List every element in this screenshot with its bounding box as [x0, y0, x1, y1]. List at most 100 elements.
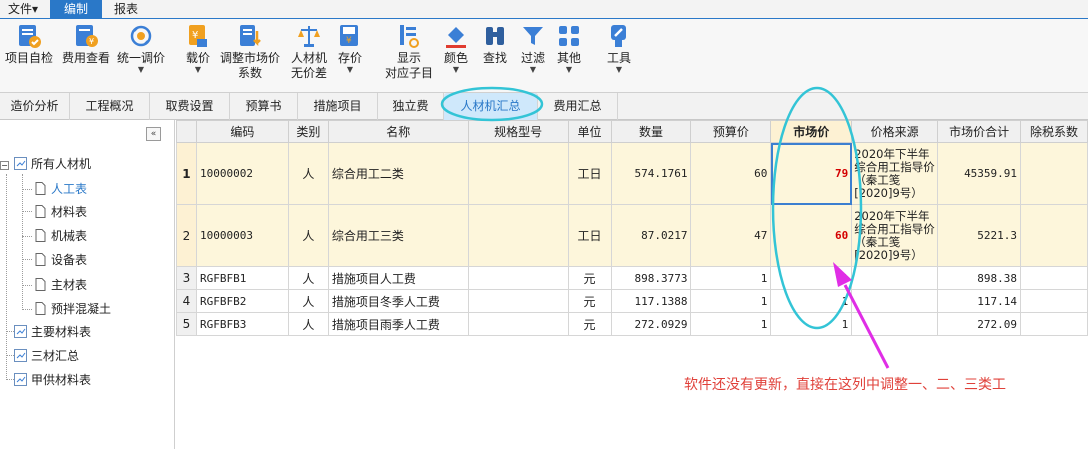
cell-spec[interactable] [467, 312, 569, 336]
cell-type[interactable]: 人 [287, 289, 329, 313]
cell-type[interactable]: 人 [287, 142, 329, 205]
cell-type[interactable]: 人 [287, 312, 329, 336]
cell-market-total[interactable]: 5221.3 [937, 204, 1022, 267]
cell-budget-price[interactable]: 1 [690, 266, 772, 290]
tab-project-overview[interactable]: 工程概况 [70, 93, 150, 120]
tab-budget-book[interactable]: 预算书 [230, 93, 298, 120]
cell-quantity[interactable]: 87.0217 [610, 204, 692, 267]
cell-budget-price[interactable]: 47 [690, 204, 772, 267]
header-tax-coefficient[interactable]: 除税系数 [1020, 120, 1088, 143]
cell-price-source[interactable]: 2020年下半年综合用工指导价（秦工笺[2020]9号） [851, 204, 939, 267]
tab-labor-material-summary[interactable]: 人材机汇总 [444, 93, 538, 120]
cell-price-source[interactable] [851, 266, 939, 290]
cell-name[interactable]: 措施项目冬季人工费 [327, 289, 469, 313]
table-row[interactable]: 5 RGFBFB3 人 措施项目雨季人工费 元 272.0929 1 1 272… [176, 312, 1088, 336]
adjust-market-coefficient-button[interactable]: 调整市场价 系数 [217, 23, 283, 81]
cell-tax-coefficient[interactable] [1020, 289, 1088, 313]
cell-code[interactable]: RGFBFB2 [195, 289, 289, 313]
cell-unit[interactable]: 工日 [567, 204, 612, 267]
cell-type[interactable]: 人 [287, 204, 329, 267]
cell-price-source[interactable] [851, 289, 939, 313]
cell-code[interactable]: 10000003 [195, 204, 289, 267]
cell-tax-coefficient[interactable] [1020, 204, 1088, 267]
table-row[interactable]: 4 RGFBFB2 人 措施项目冬季人工费 元 117.1388 1 1 117… [176, 289, 1088, 313]
cell-unit[interactable]: 元 [567, 266, 612, 290]
header-spec[interactable]: 规格型号 [467, 120, 569, 143]
cell-spec[interactable] [467, 289, 569, 313]
tab-measure-items[interactable]: 措施项目 [298, 93, 378, 120]
cell-spec[interactable] [467, 266, 569, 290]
load-price-button[interactable]: ¥ 载价 ▼ [183, 23, 213, 74]
minus-icon[interactable]: − [0, 161, 9, 170]
cell-tax-coefficient[interactable] [1020, 142, 1088, 205]
cell-market-price[interactable]: 79 [770, 142, 853, 205]
tree-node-key-materials[interactable]: 主要材料表 [14, 322, 91, 342]
header-name[interactable]: 名称 [327, 120, 469, 143]
other-button[interactable]: 其他 ▼ [554, 23, 584, 74]
cell-code[interactable]: 10000002 [195, 142, 289, 205]
tab-fee-summary[interactable]: 费用汇总 [538, 93, 618, 120]
cell-spec[interactable] [467, 142, 569, 205]
cell-code[interactable]: RGFBFB1 [195, 266, 289, 290]
collapse-panel-button[interactable]: « [146, 127, 161, 141]
cell-market-price[interactable]: 1 [770, 266, 853, 290]
table-row[interactable]: 1 10000002 人 综合用工二类 工日 574.1761 60 79 20… [176, 142, 1088, 205]
tree-node-material[interactable]: 材料表 [34, 202, 87, 222]
color-button[interactable]: 颜色 ▼ [441, 23, 471, 74]
cell-market-price[interactable]: 1 [770, 289, 853, 313]
cell-quantity[interactable]: 898.3773 [610, 266, 692, 290]
cell-name[interactable]: 综合用工二类 [327, 142, 469, 205]
cell-quantity[interactable]: 117.1388 [610, 289, 692, 313]
table-row[interactable]: 2 10000003 人 综合用工三类 工日 87.0217 47 60 202… [176, 204, 1088, 267]
tab-independent-fee[interactable]: 独立费 [378, 93, 444, 120]
header-market-total[interactable]: 市场价合计 [937, 120, 1022, 143]
header-unit[interactable]: 单位 [567, 120, 612, 143]
menu-report[interactable]: 报表 [106, 0, 146, 18]
unify-price-button[interactable]: 统一调价 ▼ [115, 23, 167, 74]
project-check-button[interactable]: 项目自检 [3, 23, 55, 66]
cell-market-total[interactable]: 45359.91 [937, 142, 1022, 205]
tools-button[interactable]: 工具 ▼ [604, 23, 634, 74]
cell-code[interactable]: RGFBFB3 [195, 312, 289, 336]
header-market-price[interactable]: 市场价 [770, 120, 853, 143]
cell-spec[interactable] [467, 204, 569, 267]
tree-node-three-materials[interactable]: 三材汇总 [14, 346, 79, 366]
tree-node-all-materials[interactable]: − 所有人材机 [0, 154, 91, 174]
cell-unit[interactable]: 元 [567, 312, 612, 336]
tree-node-machinery[interactable]: 机械表 [34, 226, 87, 246]
cell-name[interactable]: 措施项目人工费 [327, 266, 469, 290]
cell-name[interactable]: 措施项目雨季人工费 [327, 312, 469, 336]
tree-node-ready-mix-concrete[interactable]: 预拌混凝土 [34, 299, 111, 319]
header-budget-price[interactable]: 预算价 [690, 120, 772, 143]
cell-tax-coefficient[interactable] [1020, 266, 1088, 290]
cell-unit[interactable]: 工日 [567, 142, 612, 205]
find-button[interactable]: 查找 [480, 23, 510, 66]
menu-file[interactable]: 文件▾ [0, 0, 46, 18]
cell-name[interactable]: 综合用工三类 [327, 204, 469, 267]
cell-quantity[interactable]: 272.0929 [610, 312, 692, 336]
cell-quantity[interactable]: 574.1761 [610, 142, 692, 205]
header-quantity[interactable]: 数量 [610, 120, 692, 143]
fee-view-button[interactable]: ¥ 费用查看 [60, 23, 112, 66]
filter-button[interactable]: 过滤 ▼ [518, 23, 548, 74]
tab-fee-settings[interactable]: 取费设置 [150, 93, 230, 120]
cell-unit[interactable]: 元 [567, 289, 612, 313]
cell-market-total[interactable]: 272.09 [937, 312, 1022, 336]
tree-node-equipment[interactable]: 设备表 [34, 250, 87, 270]
cell-price-source[interactable] [851, 312, 939, 336]
show-subitem-button[interactable]: 显示 对应子目 [382, 23, 436, 81]
tree-node-labor[interactable]: 人工表 [34, 179, 87, 199]
tree-node-main-material[interactable]: 主材表 [34, 275, 87, 295]
header-code[interactable]: 编码 [195, 120, 289, 143]
tree-node-owner-supplied[interactable]: 甲供材料表 [14, 370, 91, 390]
header-price-source[interactable]: 价格来源 [851, 120, 939, 143]
cell-market-total[interactable]: 898.38 [937, 266, 1022, 290]
cell-budget-price[interactable]: 60 [690, 142, 772, 205]
cell-price-source[interactable]: 2020年下半年综合用工指导价（秦工笺[2020]9号） [851, 142, 939, 205]
save-price-button[interactable]: ¥ 存价 ▼ [335, 23, 365, 74]
cell-market-price[interactable]: 60 [770, 204, 853, 267]
no-price-diff-button[interactable]: 人材机 无价差 [288, 23, 330, 81]
cell-budget-price[interactable]: 1 [690, 312, 772, 336]
cell-market-total[interactable]: 117.14 [937, 289, 1022, 313]
tab-cost-analysis[interactable]: 造价分析 [0, 93, 70, 120]
